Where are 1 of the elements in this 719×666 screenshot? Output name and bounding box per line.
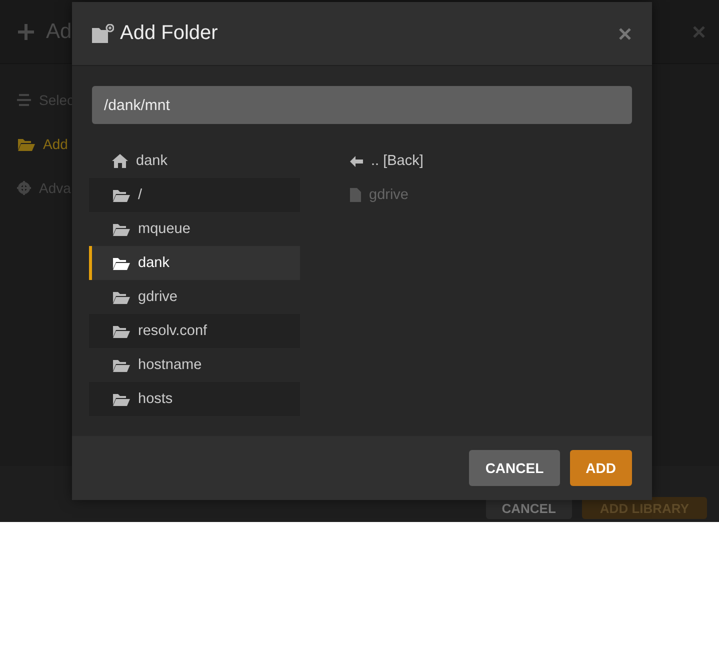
- dialog-title: Add Folder: [120, 22, 218, 45]
